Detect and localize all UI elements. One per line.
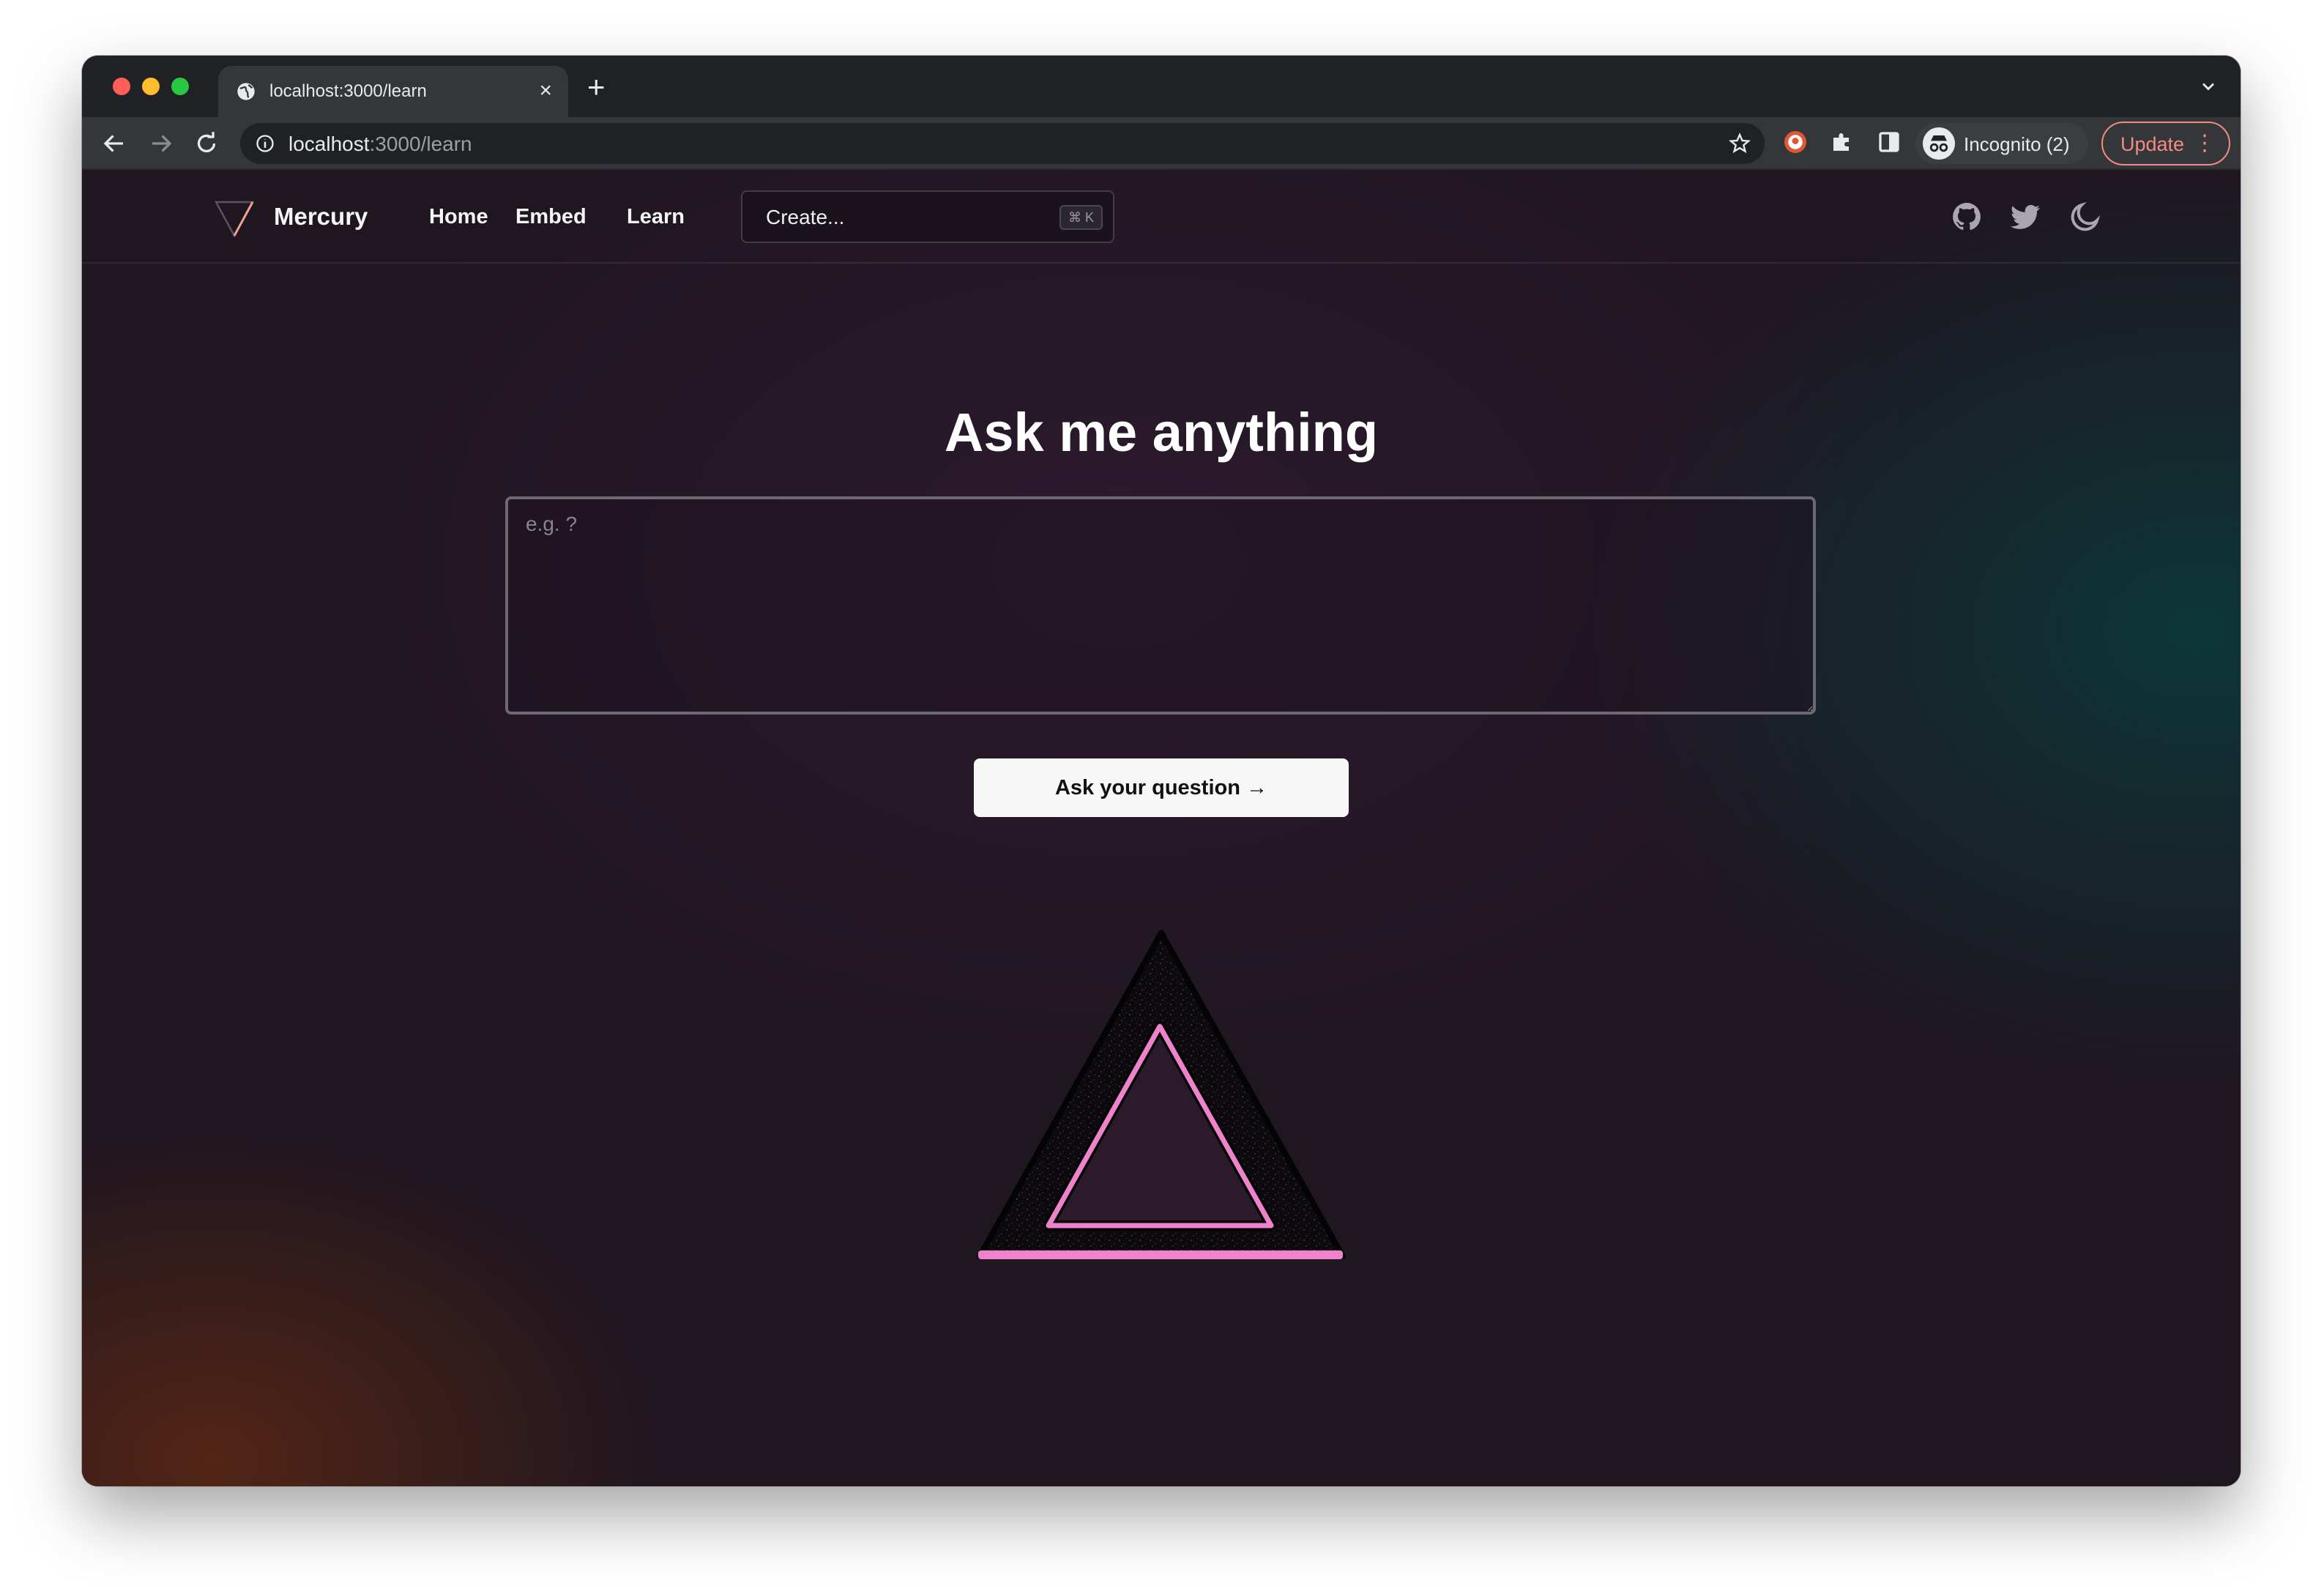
tab-strip: localhost:3000/learn × + [82,56,2241,117]
question-input[interactable] [505,496,1816,715]
nav-link-home[interactable]: Home [429,204,488,230]
page-title: Ask me anything [944,402,1379,463]
create-placeholder: Create... [766,206,845,228]
triangle-logo-icon[interactable] [214,198,255,239]
browser-window: localhost:3000/learn × + localhost:3000/… [82,56,2241,1486]
reload-icon[interactable] [193,130,220,157]
star-icon[interactable] [1728,132,1751,155]
url-path: :3000/learn [369,133,472,155]
ask-question-button[interactable]: Ask your question → [974,758,1349,817]
browser-toolbar: localhost:3000/learn Incognito (2) Updat… [82,117,2241,170]
incognito-profile-button[interactable]: Incognito (2) [1915,123,2088,164]
browser-tab-active[interactable]: localhost:3000/learn × [218,66,568,117]
incognito-icon [1923,127,1955,160]
zoom-window-button[interactable] [171,78,189,95]
page-content: Mercury Home Embed Learn Create... ⌘ K A… [82,170,2241,1486]
update-button[interactable]: Update ⋮ [2101,122,2230,165]
chevron-down-icon[interactable] [2198,76,2219,97]
close-tab-button[interactable]: × [539,79,552,102]
moon-icon[interactable] [2068,199,2103,234]
forward-arrow-icon[interactable] [148,130,174,157]
back-arrow-icon[interactable] [101,130,127,157]
update-label: Update [2120,133,2185,155]
twitter-icon[interactable] [2008,199,2043,234]
new-tab-button[interactable]: + [587,72,606,102]
url-host: localhost [288,133,370,155]
side-panel-icon[interactable] [1876,129,1902,155]
nav-link-embed[interactable]: Embed [515,204,586,230]
close-window-button[interactable] [113,78,130,95]
nav-link-learn[interactable]: Learn [627,204,685,230]
globe-icon [237,83,255,100]
address-bar[interactable]: localhost:3000/learn [240,123,1765,164]
puzzle-extensions-icon[interactable] [1829,129,1855,155]
browser-menu-icon[interactable]: ⋮ [2194,133,2216,154]
create-command-search[interactable]: Create... ⌘ K [741,190,1114,243]
shortcut-badge: ⌘ K [1059,205,1103,230]
brand-name[interactable]: Mercury [274,202,368,231]
site-navbar: Mercury Home Embed Learn Create... ⌘ K [82,170,2241,264]
info-icon[interactable] [255,133,275,154]
github-icon[interactable] [1949,199,1984,234]
triangle-illustration [977,930,1346,1259]
minimize-window-button[interactable] [142,78,160,95]
duckduckgo-extension-icon[interactable] [1782,129,1809,155]
incognito-label: Incognito (2) [1964,133,2070,155]
url-text: localhost:3000/learn [288,133,472,155]
tab-title: localhost:3000/learn [269,81,427,101]
